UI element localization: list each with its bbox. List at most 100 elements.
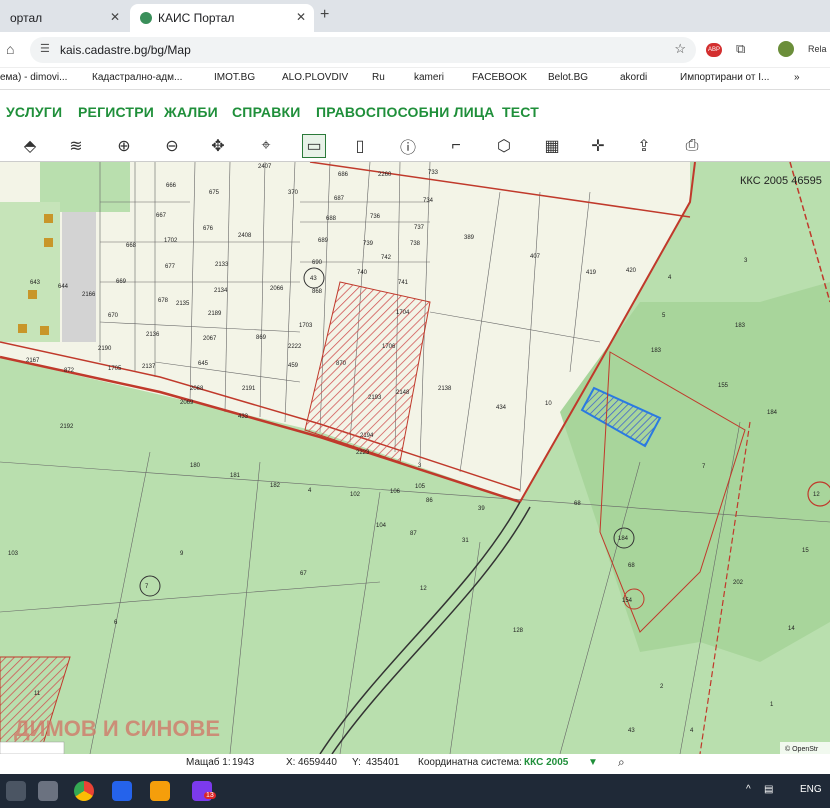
parcel-label: 2222: [288, 344, 302, 350]
bookmark-star-icon[interactable]: ☆: [674, 41, 686, 57]
address-bar: ⌂ ☰ kais.cadastre.bg/bg/Map ☆ ABP ⧉ Rela: [0, 32, 830, 68]
tray-chevron-icon[interactable]: ^: [746, 784, 751, 795]
parcel-label: 1704: [396, 310, 410, 316]
kais-favicon-icon: [140, 12, 152, 24]
bookmark-item[interactable]: Кадастрално-адм...: [92, 72, 182, 83]
bookmark-item[interactable]: FACEBOOK: [472, 72, 527, 83]
tab-kais[interactable]: КАИС Портал ✕: [130, 4, 314, 32]
search-icon[interactable]: [6, 781, 26, 801]
parcel-label: 1706: [382, 344, 396, 350]
layers-icon[interactable]: ⬘: [18, 134, 42, 158]
language-indicator[interactable]: ENG: [800, 784, 822, 795]
select-rect-icon[interactable]: ▭: [302, 134, 326, 158]
chrome-icon[interactable]: [74, 781, 94, 801]
extensions-icon[interactable]: ⧉: [736, 41, 745, 57]
menu-item-test[interactable]: ТЕСТ: [502, 104, 539, 120]
avatar[interactable]: [778, 41, 794, 57]
coord-system-select[interactable]: ККС 2005: [524, 757, 568, 768]
menu-item-licensed-persons[interactable]: ПРАВОСПОСОБНИ ЛИЦА: [316, 104, 495, 120]
parcel-label: 104: [376, 523, 387, 529]
bookmark-item[interactable]: Ru: [372, 72, 385, 83]
cadastral-map[interactable]: 666 675 2407 370 686 2260 733 667 676 68…: [0, 162, 830, 754]
parcel-label: 677: [165, 264, 176, 270]
layers-stack-icon[interactable]: ≋: [64, 134, 88, 158]
parcel-label: 154: [622, 598, 633, 604]
bookmark-item[interactable]: ема) - dimovi...: [0, 72, 67, 83]
close-icon[interactable]: ✕: [296, 10, 306, 24]
parcel-label: 870: [336, 361, 347, 367]
shape-icon[interactable]: ⬡: [492, 134, 516, 158]
pan-icon[interactable]: ✥: [206, 134, 230, 158]
parcel-label: 184: [767, 410, 778, 416]
parcel-label: 675: [209, 190, 220, 196]
building: [28, 290, 37, 299]
info-icon[interactable]: ⓘ: [396, 134, 420, 158]
building: [44, 238, 53, 247]
menu-item-services[interactable]: УСЛУГИ: [6, 104, 62, 120]
parcel-label: 2189: [208, 311, 222, 317]
main-menu: УСЛУГИ РЕГИСТРИ ЖАЛБИ СПРАВКИ ПРАВОСПОСО…: [0, 96, 830, 128]
parcel-label: 1705: [108, 366, 122, 372]
url-text: kais.cadastre.bg/bg/Map: [60, 43, 191, 57]
menu-item-registers[interactable]: РЕГИСТРИ: [78, 104, 154, 120]
menu-item-complaints[interactable]: ЖАЛБИ: [164, 104, 218, 120]
parcel-label: 737: [414, 225, 425, 231]
tab-portal[interactable]: ортал ✕: [0, 4, 128, 32]
tab-title: КАИС Портал: [158, 11, 235, 25]
zoom-out-icon[interactable]: ⊖: [160, 134, 184, 158]
map-canvas[interactable]: 666 675 2407 370 686 2260 733 667 676 68…: [0, 162, 830, 754]
map-attribution[interactable]: © OpenStr: [785, 745, 819, 753]
bookmark-item[interactable]: kameri: [414, 72, 444, 83]
more-bookmarks-icon[interactable]: »: [794, 72, 800, 83]
export-icon[interactable]: ⇪: [632, 134, 656, 158]
tab-strip: ортал ✕ КАИС Портал ✕ +: [0, 0, 830, 32]
folder-icon[interactable]: [150, 781, 170, 801]
parcel-label: 689: [318, 238, 329, 244]
adblock-icon[interactable]: ABP: [706, 43, 722, 57]
bookmark-item[interactable]: ALO.PLOVDIV: [282, 72, 348, 83]
parcel-label: 733: [428, 170, 439, 176]
parcel-label: 407: [530, 254, 541, 260]
parcel-label: 643: [30, 280, 41, 286]
new-tab-icon[interactable]: +: [320, 6, 329, 24]
menu-item-references[interactable]: СПРАВКИ: [232, 104, 301, 120]
bookmark-item[interactable]: akordi: [620, 72, 647, 83]
url-input[interactable]: ☰ kais.cadastre.bg/bg/Map ☆: [30, 37, 696, 63]
home-icon[interactable]: ⌂: [6, 41, 14, 57]
bookmark-item[interactable]: IMOT.BG: [214, 72, 255, 83]
parcel-label: 433: [238, 414, 249, 420]
app-icon[interactable]: [38, 781, 58, 801]
measure-icon[interactable]: ⌐: [444, 134, 468, 158]
app-icon[interactable]: [112, 781, 132, 801]
parcel-label: 459: [288, 363, 299, 369]
search-icon[interactable]: ⌕: [618, 755, 625, 770]
bookmark-item[interactable]: Belot.BG: [548, 72, 588, 83]
parcel-label: 39: [478, 506, 485, 512]
select-area-icon[interactable]: ▯: [348, 134, 372, 158]
parcel-label: 734: [423, 198, 434, 204]
crosshair-icon[interactable]: ✛: [586, 134, 610, 158]
tab-title: ортал: [10, 11, 43, 25]
parcel-label: 872: [64, 368, 75, 374]
site-settings-icon[interactable]: ☰: [40, 42, 50, 55]
map-toolbar: ⬘ ≋ ⊕ ⊖ ✥ ⌖ ▭ ▯ ⓘ ⌐ ⬡ ▦ ✛ ⇪ ⎙: [0, 130, 830, 162]
chevron-down-icon[interactable]: ▼: [588, 757, 598, 768]
building: [44, 214, 53, 223]
locate-icon[interactable]: ⌖: [254, 134, 278, 158]
parcel-label: 2067: [203, 336, 217, 342]
bookmark-item[interactable]: Импортирани от I...: [680, 72, 769, 83]
zoom-in-icon[interactable]: ⊕: [112, 134, 136, 158]
parcel-label: 669: [116, 279, 127, 285]
parcel-label: 68: [574, 501, 581, 507]
close-icon[interactable]: ✕: [110, 10, 120, 24]
profile-label[interactable]: Rela: [808, 44, 827, 54]
network-icon[interactable]: ▤: [764, 784, 773, 795]
parcel-label: 180: [190, 463, 201, 469]
parcel-label: 2190: [98, 346, 112, 352]
parcel-label: 670: [108, 313, 119, 319]
print-icon[interactable]: ⎙: [680, 134, 704, 158]
parcel-label: 68: [628, 563, 635, 569]
scale-value[interactable]: 1943: [232, 757, 254, 768]
notification-badge: 13: [204, 792, 216, 799]
map-icon[interactable]: ▦: [540, 134, 564, 158]
